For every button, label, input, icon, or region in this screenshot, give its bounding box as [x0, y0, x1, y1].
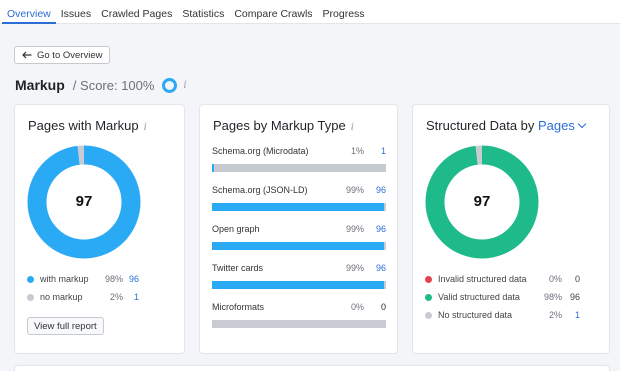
pages-by-markup-type-title: Pages by Markup Type — [213, 118, 346, 133]
structured-data-dropdown[interactable]: Pages — [538, 118, 587, 133]
chevron-down-icon — [577, 119, 587, 129]
main-content: Go to Overview Markup / Score: 100% i Pa… — [0, 25, 620, 371]
info-icon[interactable]: i — [144, 122, 147, 133]
score-ring-icon — [162, 77, 178, 93]
page-header: Markup / Score: 100% i — [15, 76, 187, 94]
legend-label: Invalid structured data — [438, 274, 527, 284]
card-title: Pages with Markup i — [28, 118, 147, 133]
markup-type-bar — [212, 164, 386, 172]
page-title: Markup — [15, 77, 65, 93]
view-full-report-button[interactable]: View full report — [27, 317, 104, 335]
legend-pct: 0% — [548, 274, 562, 284]
donut-center-value: 97 — [473, 193, 491, 210]
legend-count: 96 — [569, 292, 580, 302]
markup-type-row: Open graph 99% 96 — [212, 224, 386, 252]
info-icon[interactable]: i — [183, 80, 186, 91]
markup-type-bar — [212, 203, 386, 211]
legend-item: No structured data 2% 1 — [425, 306, 580, 324]
markup-type-count: 0 — [380, 302, 386, 312]
tab-statistics[interactable]: Statistics — [177, 0, 229, 24]
tab-progress[interactable]: Progress — [318, 0, 370, 24]
legend-item: Valid structured data 98% 96 — [425, 288, 580, 306]
legend-count-link[interactable]: 1 — [123, 292, 139, 302]
markup-type-count-link[interactable]: 96 — [376, 185, 386, 195]
markup-type-bar — [212, 320, 386, 328]
dropdown-label: Pages — [538, 118, 575, 133]
markup-type-bar-fill — [212, 164, 214, 172]
legend-count: 0 — [574, 274, 580, 284]
card-title: Pages by Markup Type i — [213, 118, 354, 133]
legend-item: with markup 98% 96 — [27, 270, 139, 288]
markup-type-bar — [212, 281, 386, 289]
markup-type-label: Twitter cards — [212, 263, 264, 273]
pages-with-markup-title: Pages with Markup — [28, 118, 139, 133]
donut-center-value: 97 — [75, 193, 93, 210]
go-to-overview-label: Go to Overview — [37, 49, 103, 61]
next-card-edge — [14, 365, 610, 371]
legend-item: no markup 2% 1 — [27, 288, 139, 306]
legend-pct: 98% — [543, 292, 562, 302]
markup-type-pct: 0% — [350, 302, 364, 312]
markup-type-row: Microformats 0% 0 — [212, 302, 386, 330]
legend-dot — [27, 293, 34, 301]
markup-type-label: Open graph — [212, 224, 260, 234]
structured-data-card: Structured Data by Pages 97 Invalid stru… — [412, 104, 610, 354]
top-tab-bar: Overview Issues Crawled Pages Statistics… — [0, 0, 620, 24]
markup-type-bar-fill — [212, 281, 385, 289]
markup-type-count-link[interactable]: 96 — [376, 224, 386, 234]
markup-type-label: Microformats — [212, 302, 265, 312]
markup-type-bar — [212, 242, 386, 250]
markup-type-label: Schema.org (JSON-LD) — [212, 185, 308, 195]
tab-overview[interactable]: Overview — [2, 0, 56, 24]
markup-type-count-link[interactable]: 96 — [376, 263, 386, 273]
legend-label: Valid structured data — [438, 292, 520, 302]
structured-data-title: Structured Data by — [426, 118, 535, 133]
card-title: Structured Data by Pages — [426, 118, 587, 133]
go-to-overview-button[interactable]: Go to Overview — [14, 46, 111, 64]
legend-label: No structured data — [438, 310, 513, 320]
legend-count-link[interactable]: 1 — [562, 310, 580, 320]
pages-by-markup-type-card: Pages by Markup Type i Schema.org (Microd… — [199, 104, 398, 354]
markup-type-row: Schema.org (Microdata) 1% 1 — [212, 146, 386, 174]
structured-data-legend: Invalid structured data 0% 0 Valid struc… — [425, 270, 580, 324]
legend-label: with markup — [40, 274, 89, 284]
info-icon[interactable]: i — [351, 122, 354, 133]
legend-dot — [425, 311, 432, 319]
markup-type-row: Schema.org (JSON-LD) 99% 96 — [212, 185, 386, 213]
legend-dot — [27, 275, 34, 283]
markup-type-pct: 99% — [345, 263, 364, 273]
tab-compare-crawls[interactable]: Compare Crawls — [229, 0, 317, 24]
markup-type-pct: 99% — [345, 185, 364, 195]
legend-pct: 2% — [109, 292, 123, 302]
pages-with-markup-card: Pages with Markup i 97 with markup 98% 96… — [14, 104, 185, 354]
legend-dot — [425, 293, 432, 301]
score-label: / Score: 100% — [72, 77, 155, 93]
legend-label: no markup — [40, 292, 83, 302]
tab-crawled-pages[interactable]: Crawled Pages — [96, 0, 177, 24]
arrow-left-icon — [22, 51, 32, 59]
markup-type-pct: 1% — [350, 146, 364, 156]
markup-legend: with markup 98% 96 no markup 2% 1 — [27, 270, 139, 306]
legend-pct: 2% — [548, 310, 562, 320]
markup-type-count-link[interactable]: 1 — [381, 146, 386, 156]
legend-item: Invalid structured data 0% 0 — [425, 270, 580, 288]
legend-dot — [425, 275, 432, 283]
markup-type-row: Twitter cards 99% 96 — [212, 263, 386, 291]
legend-count-link[interactable]: 96 — [123, 274, 139, 284]
markup-type-bar-fill — [212, 203, 385, 211]
markup-type-bar-fill — [212, 242, 385, 250]
tab-issues[interactable]: Issues — [56, 0, 96, 24]
markup-type-label: Schema.org (Microdata) — [212, 146, 309, 156]
legend-pct: 98% — [104, 274, 123, 284]
markup-type-pct: 99% — [345, 224, 364, 234]
